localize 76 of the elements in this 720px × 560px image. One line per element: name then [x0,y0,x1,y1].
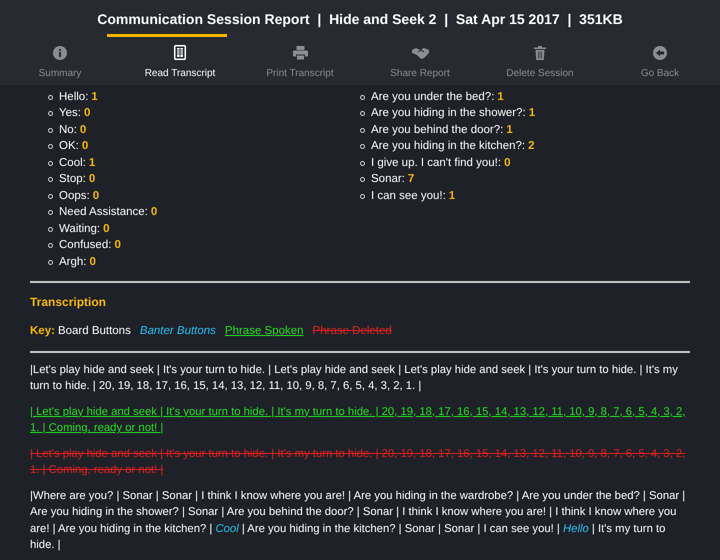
count-value: 1 [91,90,98,105]
bullet-icon [360,194,365,199]
count-label: Confused: [59,238,112,254]
toolbar-tab[interactable]: Share Report [360,45,480,81]
bullet-icon [360,94,365,100]
count-label: I give up. I can't find you!: [371,156,502,171]
bullet-icon [360,160,365,166]
count-value: 0 [114,238,121,254]
bullet-icon [360,144,365,150]
toolbar-tab[interactable]: Read Transcript [120,45,240,81]
count-value: 0 [84,106,90,122]
transcript-paragraph: | Let's play hide and seek | It's your turn to hide. | It's my turn to hide. | 20, 19, 18, 17, 16, 15, 14, 13, 12, 11, 10, 9, 8, 7, 6, 5, 4, 3, 2, 1. | Coming, ready or not! | [30,446,686,478]
toolbar-tab[interactable]: Delete Session [480,45,600,81]
section-heading: Transcription [30,294,106,310]
bullet-icon [48,177,53,182]
bullet-icon [48,144,53,150]
count-label: No: [59,122,77,138]
count-label: I can see you!: [371,188,446,204]
legend-item: Board Buttons [58,324,131,338]
count-label: Need Assistance: [59,205,148,220]
count-label: Are you behind the door?: [371,122,504,138]
legend-item: Phrase Spoken [224,324,304,338]
count-value: 1 [448,188,456,204]
trash-icon [534,46,546,60]
transcript-paragraph: |Where are you? | Sonar | Sonar | I think I know where you are! | Are you hiding in the wardrobe? | Are you under the bed? | Sonar | Are you hiding in the shower? | Sonar | Are you behind the door? | Sonar | I think I know where you are! | I think I know where you are! | Are you hiding in the kitchen? | Cool | Are you hiding in the kitchen? | Sonar | Sonar | I can see you! | Hello | It's my turn to hide. | [30,488,686,554]
bullet-icon [48,210,53,216]
count-value: 0 [90,254,96,270]
count-label: Are you under the bed?: [371,90,494,105]
count-label: Oops: [59,188,90,204]
bullet-icon [48,128,53,133]
count-value: 1 [506,122,513,138]
count-value: 0 [150,205,158,220]
window-title: Communication Session Report | Hide and Seek 2 | Sat Apr 15 2017 | 351KB [97,10,623,29]
legend-item: Banter Buttons [140,324,216,338]
document-icon [174,45,186,60]
count-value: 1 [497,90,504,105]
count-label: Are you hiding in the kitchen?: [371,139,526,154]
transcript-paragraph: | Let's play hide and seek | It's your turn to hide. | It's my turn to hide. | 20, 19, 18, 17, 16, 15, 14, 13, 12, 11, 10, 9, 8, 7, 6, 5, 4, 3, 2, 1. | Coming, ready or not! | [30,404,686,436]
count-label: Yes: [59,106,81,122]
count-label: Cool: [59,156,86,171]
count-value: 0 [82,139,88,154]
bullet-icon [48,194,53,199]
count-value: 1 [528,106,536,122]
key-label: Key: [30,324,55,338]
info-icon [53,46,67,60]
handshake-icon [412,46,428,58]
count-label: Waiting: [59,222,100,237]
bullet-icon [360,177,365,182]
count-label: Are you hiding in the shower?: [371,106,526,122]
printer-icon [292,46,308,60]
toolbar-tab[interactable]: Summary [0,45,120,81]
bullet-icon [48,111,53,116]
count-value: 0 [92,188,100,204]
count-value: 0 [88,172,96,188]
count-value: 7 [408,172,414,188]
bullet-icon [360,128,365,133]
bullet-icon [48,226,53,232]
bullet-icon [48,160,53,166]
toolbar-tab[interactable]: Go Back [600,45,720,81]
count-value: 0 [504,156,510,171]
count-value: 1 [88,156,96,171]
transcript-paragraph: |Let's play hide and seek | It's your turn to hide. | Let's play hide and seek | Let's play hide and seek | It's your turn to hide. | It's my turn to hide. | 20, 19, 18, 17, 16, 15, 14, 13, 12, 11, 10, 9, 8, 7, 6, 5, 4, 3, 2, 1. | [30,362,679,394]
count-label: Hello: [59,90,88,105]
count-value: 0 [103,222,110,237]
bullet-icon [48,94,53,100]
count-value: 2 [528,139,534,154]
count-label: Argh: [59,254,86,270]
bullet-icon [360,111,365,116]
count-label: OK: [59,139,79,154]
legend-item: Phrase Deleted [312,324,392,338]
count-label: Sonar: [371,172,405,188]
count-label: Stop: [59,172,86,188]
count-value: 0 [80,122,86,138]
bullet-icon [48,243,53,248]
bullet-icon [48,260,53,265]
toolbar-tab[interactable]: Print Transcript [240,45,360,81]
